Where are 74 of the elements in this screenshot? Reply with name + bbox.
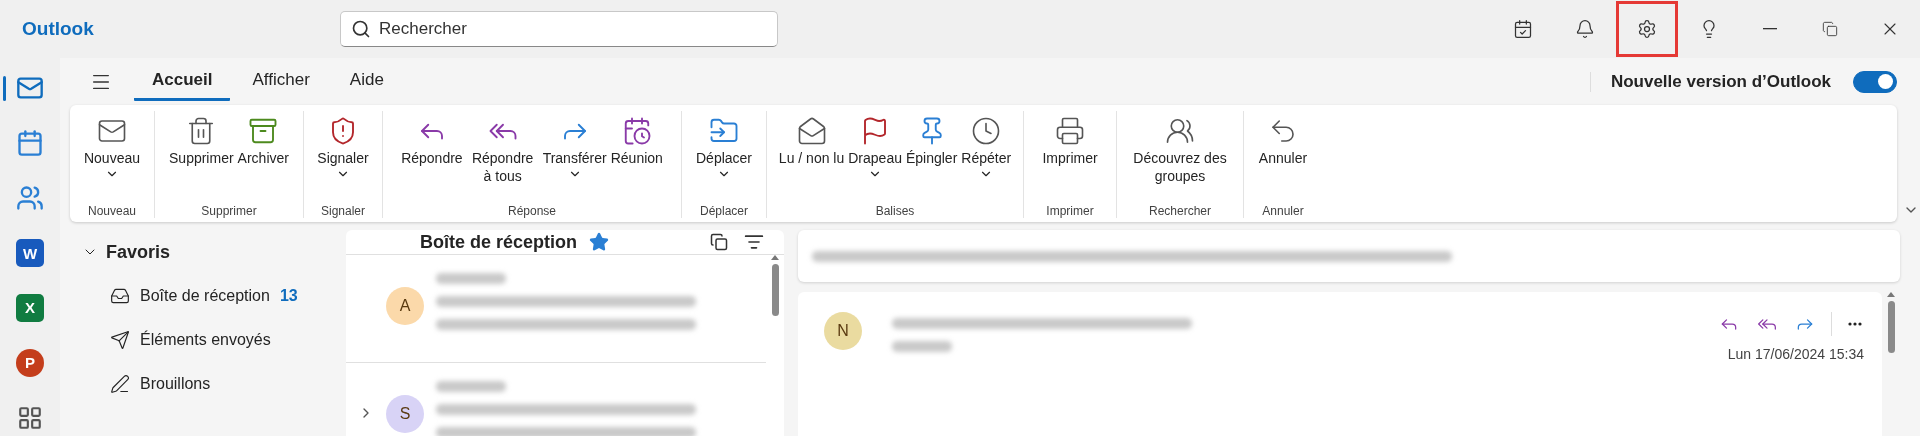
group-label: Supprimer [201,204,257,218]
restore-icon [1822,21,1838,37]
folder-item[interactable]: Éléments envoyés [70,318,346,362]
avatar: S [386,395,424,433]
scroll-up-arrow-icon[interactable] [1887,292,1895,297]
star-icon[interactable] [589,232,610,252]
select-button[interactable] [708,231,730,253]
ribbon-button[interactable]: Découvrez des groupes [1121,111,1239,187]
message-date: Lun 17/06/2024 15:34 [1727,346,1864,362]
ribbon-button[interactable]: Réunion [608,111,665,169]
bell-icon [1575,19,1595,39]
ribbon-button[interactable]: Déplacer [694,111,754,183]
search-icon [351,19,371,39]
apps-icon [17,404,43,431]
folder-item[interactable]: Boîte de réception 13 [70,274,346,318]
ribbon-button[interactable]: Lu / non lu [776,111,847,169]
rail-button[interactable]: X [0,289,60,327]
blurred-text [436,273,506,284]
ribbon-button[interactable]: Drapeau [846,111,904,183]
group-label: Signaler [321,204,365,218]
group-label: Annuler [1262,204,1304,218]
message-row[interactable]: S [346,363,766,436]
group-label: Rechercher [1149,204,1211,218]
app-tile: W [16,239,44,267]
settings-icon [1637,19,1657,39]
message-row[interactable]: A [346,255,766,363]
ribbon-tab[interactable]: Accueil [134,62,231,101]
unread-count: 13 [279,287,298,305]
ribbon-button[interactable]: Annuler [1256,111,1310,169]
ribbon-button[interactable]: Répondre [399,111,465,169]
filter-icon [744,232,764,252]
group-label: Déplacer [700,204,748,218]
scroll-up-arrow-icon[interactable] [771,255,779,260]
app-title: Outlook [22,18,95,40]
rail-button[interactable]: W [0,234,60,272]
blurred-text [892,341,952,352]
avatar: A [386,287,424,325]
group-label: Imprimer [1046,204,1094,218]
search-box[interactable]: Rechercher [340,11,778,47]
ribbon-tab[interactable]: Aide [331,62,402,101]
group-label: Nouveau [87,204,136,218]
ribbon-button[interactable]: Épingler [903,111,960,169]
send-icon [110,330,130,350]
pen-icon [110,374,130,394]
ribbon-tab[interactable]: Afficher [234,62,328,101]
more-icon [1848,322,1862,326]
blurred-text [436,381,506,392]
ribbon-button[interactable]: Répéter [959,111,1014,183]
group-label: Réponse [507,204,556,218]
rail-button[interactable]: P [0,344,60,382]
search-field[interactable]: Rechercher [377,18,767,40]
calendar-icon [16,129,44,158]
folder-item[interactable]: Brouillons [70,362,346,406]
inbox-icon [110,286,130,306]
minimize-icon [1763,28,1777,30]
app-tile: P [16,348,44,377]
toggle-label: Nouvelle version d’Outlook [1589,71,1831,92]
avatar: N [824,312,862,350]
ribbon-button[interactable]: Archiver [235,111,291,169]
folder-title: Boîte de réception [420,231,578,253]
ribbon-button[interactable]: Imprimer [1040,111,1100,169]
ribbon-button[interactable]: Transférer [540,111,609,183]
ribbon-button[interactable]: Nouveau [81,111,142,183]
toggle-switch[interactable] [1853,70,1897,93]
calendar-check-icon [1513,19,1533,39]
ribbon-button[interactable]: Supprimer [167,111,236,169]
group-label: Balises [875,204,915,218]
app-tile: X [16,293,44,322]
people-icon [16,184,44,213]
squares-icon [710,233,728,251]
more-button[interactable] [1846,320,1864,328]
folder-group[interactable]: Favoris [70,230,346,274]
ribbon-button[interactable]: Répondre à tous [464,111,541,187]
ribbon-button[interactable]: Signaler [315,111,371,183]
